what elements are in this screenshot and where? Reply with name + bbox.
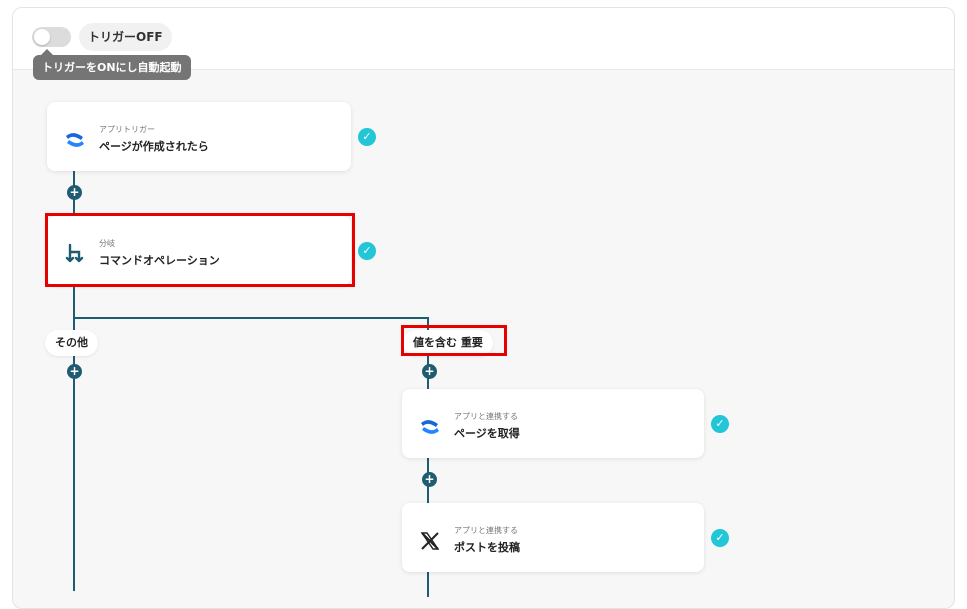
add-step-button[interactable]: + (422, 472, 437, 487)
add-step-button[interactable]: + (67, 185, 82, 200)
check-icon: ✓ (358, 242, 376, 260)
trigger-status-label[interactable]: トリガーOFF (79, 23, 172, 51)
step-card-trigger[interactable]: アプリトリガー ページが作成されたら (47, 102, 351, 171)
trigger-tooltip: トリガーをONにし自動起動 (33, 49, 191, 80)
step-title: ポストを投稿 (454, 541, 520, 554)
check-icon: ✓ (358, 128, 376, 146)
highlight-box-branch (45, 213, 355, 287)
check-icon: ✓ (711, 529, 729, 547)
step-type: アプリトリガー (99, 125, 155, 134)
step-card-get-page[interactable]: アプリと連携する ページを取得 (402, 389, 704, 458)
branch-label-other[interactable]: その他 (45, 330, 98, 356)
step-title: ページを取得 (454, 427, 520, 440)
connector-branch-horizontal (73, 317, 428, 319)
highlight-box-label (401, 325, 507, 356)
trigger-toggle[interactable] (32, 27, 71, 47)
step-type: アプリと連携する (454, 526, 518, 535)
x-icon (420, 532, 440, 550)
step-card-post[interactable]: アプリと連携する ポストを投稿 (402, 503, 704, 572)
step-title: ページが作成されたら (99, 140, 209, 153)
toggle-knob (34, 29, 50, 45)
confluence-icon (66, 133, 84, 147)
step-type: アプリと連携する (454, 412, 518, 421)
add-step-button[interactable]: + (67, 364, 82, 379)
check-icon: ✓ (711, 415, 729, 433)
add-step-button[interactable]: + (422, 364, 437, 379)
flow-canvas: トリガーOFF トリガーをONにし自動起動 + + + + アプリトリガー ペー… (12, 7, 955, 609)
confluence-icon (421, 420, 439, 434)
top-bar: トリガーOFF トリガーをONにし自動起動 (13, 8, 954, 80)
